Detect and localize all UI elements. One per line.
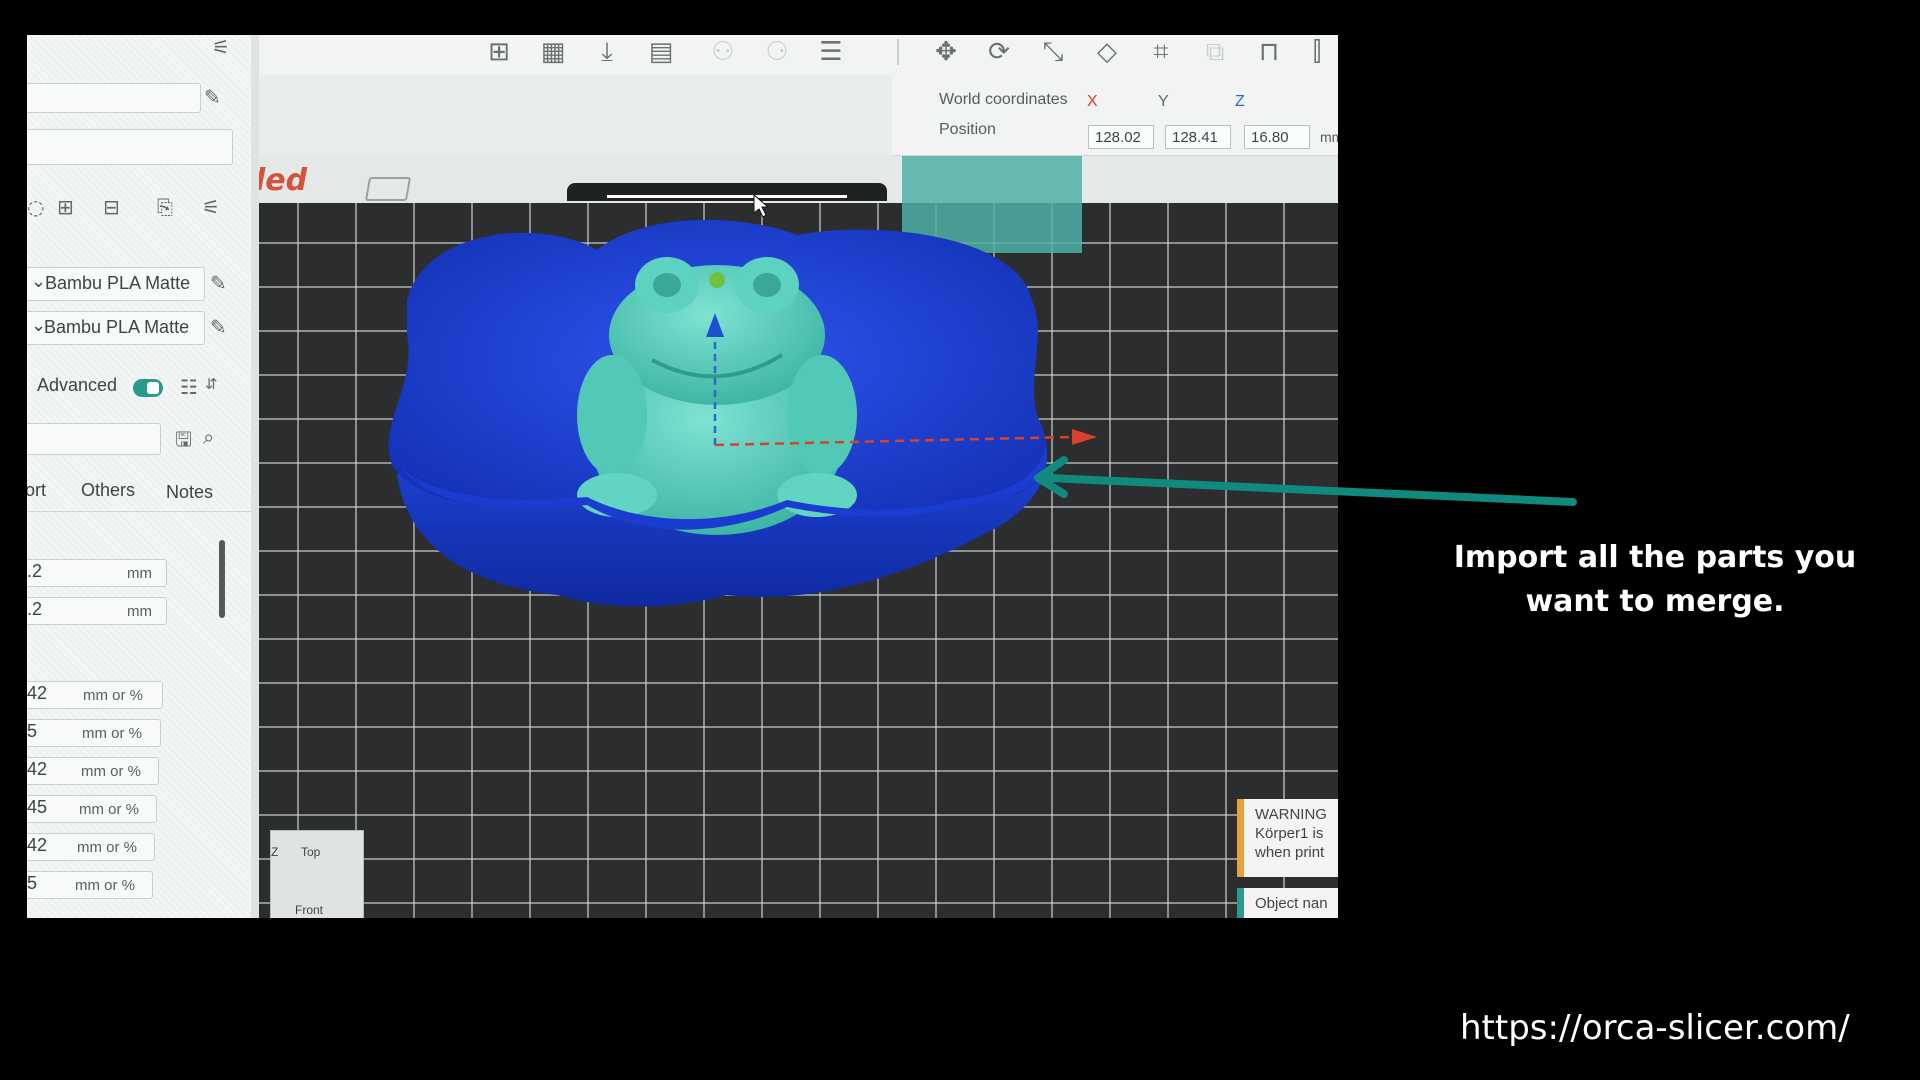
filament-2-name: Bambu PLA Matte [44,317,190,337]
search-settings-field[interactable] [27,423,161,455]
sidebar-scrollbar[interactable] [219,540,225,618]
object-name-line: Object nan [1255,895,1328,912]
edit-filament-2-icon[interactable]: ✎ [210,315,227,339]
setting-unit-5: mm or % [81,763,141,780]
y-axis-label: Y [1158,93,1169,110]
split-parts-icon[interactable]: ⚆ [755,37,799,67]
toolbar-separator [897,39,899,65]
setting-unit-4: mm or % [82,725,142,742]
scale-icon[interactable]: ⤡ [1031,37,1075,67]
object-name-notification[interactable]: Object nan [1237,888,1338,918]
position-label: Position [939,121,996,138]
setting-unit-1: mm [127,565,152,582]
setting-value-3: 42 [27,683,48,703]
setting-unit-3: mm or % [83,687,143,704]
layers-icon[interactable]: ☰ [809,37,853,67]
filament-toggle-icon[interactable]: ◌ [27,195,44,219]
support-paint-icon[interactable]: ⊓ [1247,37,1291,67]
view-cube-front[interactable]: Front [295,903,323,917]
split-objects-icon[interactable]: ⚇ [701,37,745,67]
filament-settings-icon[interactable]: ⚟ [202,195,220,219]
position-y-input[interactable]: 128.41 [1165,125,1231,149]
warning-notification[interactable]: WARNING Körper1 is when print [1237,799,1338,877]
x-axis-arrow-icon [1072,429,1097,445]
edit-preset-icon[interactable]: ✎ [204,85,221,109]
main-toolbar: ⊞ ▦ ⤓ ▤ ⚇ ⚆ ☰ ✥ ⟳ ⤡ ◇ ⌗ ⧉ ⊓ ⫿ [259,35,1338,75]
settings-sidebar: ⚟ ✎ ◌ ⊞ ⊟ ⎘ ⚟ ⌄ Bambu PLA Matte ✎ ⌄ Bamb… [27,35,251,918]
setting-value-1: .2 [27,561,43,581]
view-cube[interactable]: Top Front Z [270,830,364,918]
setting-value-8: 5 [27,873,38,893]
add-filament-icon[interactable]: ⊞ [57,195,74,219]
tab-support[interactable]: ort [27,480,46,501]
setting-value-5: 42 [27,759,48,779]
setting-unit-6: mm or % [79,801,139,818]
setting-unit-8: mm or % [75,877,135,894]
sliders-icon[interactable]: ⚟ [212,35,230,59]
edit-filament-1-icon[interactable]: ✎ [210,271,227,295]
filament-sync-icon[interactable]: ⎘ [157,195,173,219]
tabs-divider [27,511,251,512]
remove-filament-icon[interactable]: ⊟ [103,195,120,219]
arrange-grid-icon[interactable]: ▦ [531,37,575,67]
position-x-input[interactable]: 128.02 [1088,125,1154,149]
boolean-icon[interactable]: ⧉ [1193,37,1237,67]
ab-compare-icon[interactable]: ⇵ [205,375,218,393]
search-icon[interactable]: ⌕ [203,425,214,449]
view-cube-top[interactable]: Top [301,845,320,859]
advanced-toggle[interactable] [133,379,163,397]
source-url[interactable]: https://orca-slicer.com/ [1460,1008,1850,1048]
plate-icon[interactable]: ▤ [639,37,683,67]
setting-value-4: 5 [27,721,38,741]
warning-line-1: WARNING [1255,806,1327,823]
cut-icon[interactable]: ⌗ [1139,37,1183,67]
center-marker-icon [709,272,725,288]
rotate-icon[interactable]: ⟳ [977,37,1021,67]
move-icon[interactable]: ✥ [924,37,968,67]
compare-icon[interactable]: ☷ [180,375,198,399]
tab-others[interactable]: Others [81,480,135,501]
world-coordinates-panel: World coordinates X Y Z Position 128.02 … [892,75,1338,156]
seam-paint-icon[interactable]: ⫿ [1295,37,1338,67]
preset-combo[interactable] [27,83,201,113]
position-unit: mm [1320,129,1338,145]
lay-on-face-icon[interactable]: ◇ [1085,37,1129,67]
sidebar-divider [251,35,259,918]
add-plate-icon[interactable]: ⊞ [477,37,521,67]
annotation-arrow [1034,456,1577,506]
filament-1-name: Bambu PLA Matte [45,273,191,293]
setting-value-2: .2 [27,599,43,619]
setting-unit-2: mm [127,603,152,620]
setting-value-7: 42 [27,835,48,855]
instruction-caption: Import all the parts you want to merge. [1453,540,1857,619]
advanced-label: Advanced [37,375,118,395]
position-z-input[interactable]: 16.80 [1244,125,1310,149]
x-axis-label: X [1087,93,1098,110]
printer-field[interactable] [27,129,233,165]
advanced-toggle-knob [147,382,159,394]
save-preset-icon[interactable]: 🖫 [175,425,192,459]
view-cube-z: Z [271,845,279,859]
setting-value-6: 45 [27,797,48,817]
setting-unit-7: mm or % [77,839,137,856]
warning-line-2: Körper1 is [1255,825,1324,842]
z-axis-label: Z [1235,93,1245,110]
coordinates-title: World coordinates [939,91,1068,108]
cursor-icon [753,193,770,218]
filament-1-chevron-icon: ⌄ [31,271,47,291]
warning-line-3: when print [1255,844,1325,861]
auto-orient-icon[interactable]: ⤓ [585,37,629,67]
tab-notes[interactable]: Notes [166,482,213,503]
